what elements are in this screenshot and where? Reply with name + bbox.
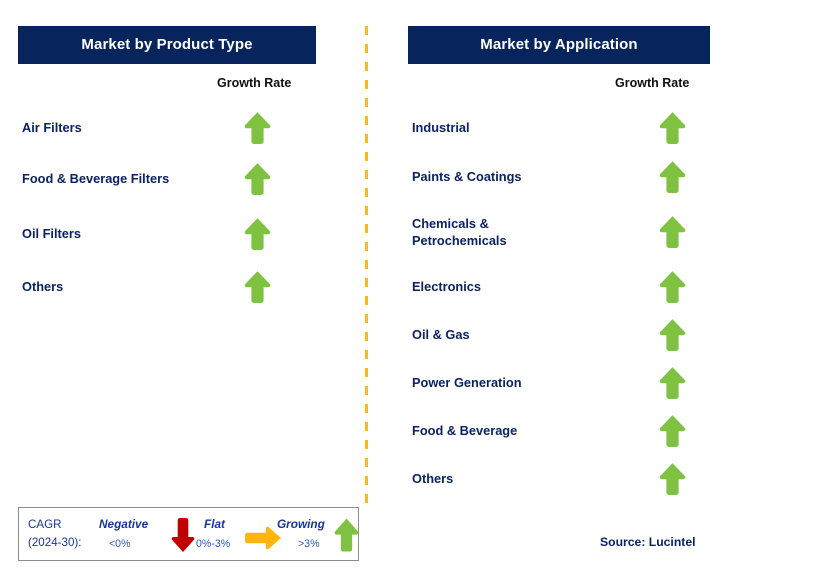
arrow-down-red-icon (171, 518, 195, 552)
infographic-canvas: Market by Product Type Growth Rate Air F… (0, 0, 818, 586)
growth-indicator (655, 160, 689, 194)
arrow-up-green-icon (244, 112, 270, 145)
legend-range-growing: >3% (298, 538, 320, 550)
arrow-up-green-icon (659, 463, 685, 495)
growth-rate-header-left: Growth Rate (217, 76, 292, 90)
list-item: Others (22, 262, 318, 312)
growth-indicator (655, 366, 689, 400)
list-item: Industrial (412, 104, 710, 152)
arrow-up-green-icon (334, 518, 359, 552)
growth-indicator (655, 462, 689, 496)
list-item: Oil Filters (22, 205, 318, 262)
growth-indicator (240, 111, 274, 145)
cagr-legend: CAGR (2024-30): Negative <0% Flat 0%-3% … (18, 507, 359, 561)
panel-title-application: Market by Application (408, 26, 710, 64)
list-item: Others (412, 455, 710, 503)
arrow-up-green-icon (659, 271, 685, 303)
panel-title-product-type: Market by Product Type (18, 26, 316, 64)
legend-term-growing: Growing (277, 517, 325, 531)
vertical-dashed-divider (365, 26, 368, 508)
list-item: Electronics (412, 263, 710, 311)
arrow-up-green-icon (244, 162, 270, 195)
arrow-up-green-icon (659, 319, 685, 351)
growth-indicator (655, 111, 689, 145)
segment-list-product-type: Air Filters Food & Beverage Filters Oil … (22, 104, 318, 312)
panel-market-by-application: Market by Application (408, 26, 710, 64)
growth-indicator (240, 162, 274, 196)
list-item: Power Generation (412, 359, 710, 407)
legend-icon-growing (334, 516, 359, 559)
list-item: Air Filters (22, 104, 318, 152)
legend-cagr-label: CAGR (2024-30): (28, 518, 82, 549)
list-item: Food & Beverage Filters (22, 152, 318, 205)
segment-list-application: Industrial Paints & Coatings Chemicals &… (412, 104, 710, 503)
arrow-up-green-icon (659, 367, 685, 399)
growth-indicator (655, 318, 689, 352)
arrow-up-green-icon (244, 217, 270, 250)
list-item: Food & Beverage (412, 407, 710, 455)
legend-term-negative: Negative (99, 517, 149, 531)
source-attribution: Source: Lucintel (600, 535, 696, 549)
arrow-up-green-icon (659, 112, 685, 145)
growth-indicator (240, 270, 274, 304)
growth-indicator (655, 414, 689, 448)
legend-icon-negative (171, 517, 195, 558)
growth-indicator (655, 270, 689, 304)
list-item: Chemicals & Petrochemicals (412, 201, 710, 263)
legend-term-flat: Flat (204, 517, 225, 531)
growth-indicator (655, 215, 689, 249)
panel-market-by-product-type: Market by Product Type (18, 26, 316, 64)
list-item: Paints & Coatings (412, 152, 710, 201)
list-item: Oil & Gas (412, 311, 710, 359)
growth-indicator (240, 217, 274, 251)
arrow-up-green-icon (659, 415, 685, 447)
legend-range-flat: 0%-3% (196, 538, 231, 550)
arrow-up-green-icon (659, 216, 685, 249)
growth-rate-header-right: Growth Rate (615, 76, 690, 90)
legend-range-negative: <0% (109, 538, 131, 550)
arrow-up-green-icon (244, 271, 270, 303)
arrow-up-green-icon (659, 160, 685, 193)
